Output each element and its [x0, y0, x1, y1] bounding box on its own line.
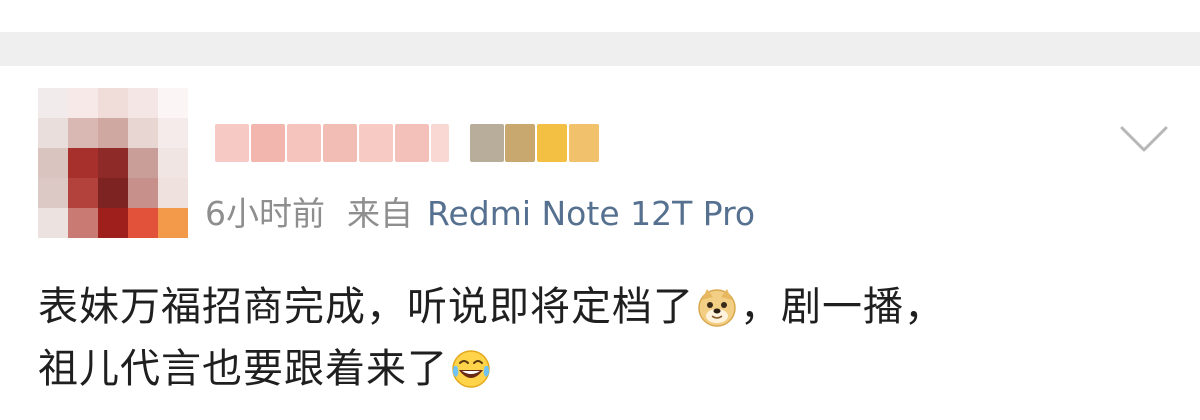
top-strip [0, 0, 1200, 32]
avatar[interactable] [38, 88, 188, 238]
post-text-segment-2: ，剧一播， [740, 284, 945, 330]
laugh-cry-emoji [452, 350, 490, 388]
corner-overlay [970, 370, 1200, 420]
source-prefix: 来自 [347, 194, 413, 233]
feed-divider [0, 32, 1200, 66]
post-text-segment-1: 表妹万福招商完成，听说即将定档了 [38, 284, 694, 330]
post-timestamp: 6小时前 [205, 194, 325, 233]
post-text-segment-3: 祖儿代言也要跟着来了 [38, 346, 448, 392]
post-line-1: 表妹万福招商完成，听说即将定档了 ，剧一播， [38, 276, 1168, 338]
post-meta: 6小时前 来自 Redmi Note 12T Pro [205, 192, 755, 236]
doge-emoji [698, 289, 736, 327]
username-blurred[interactable] [215, 118, 605, 170]
chevron-down-icon[interactable] [1118, 124, 1170, 154]
device-link[interactable]: Redmi Note 12T Pro [427, 194, 755, 233]
